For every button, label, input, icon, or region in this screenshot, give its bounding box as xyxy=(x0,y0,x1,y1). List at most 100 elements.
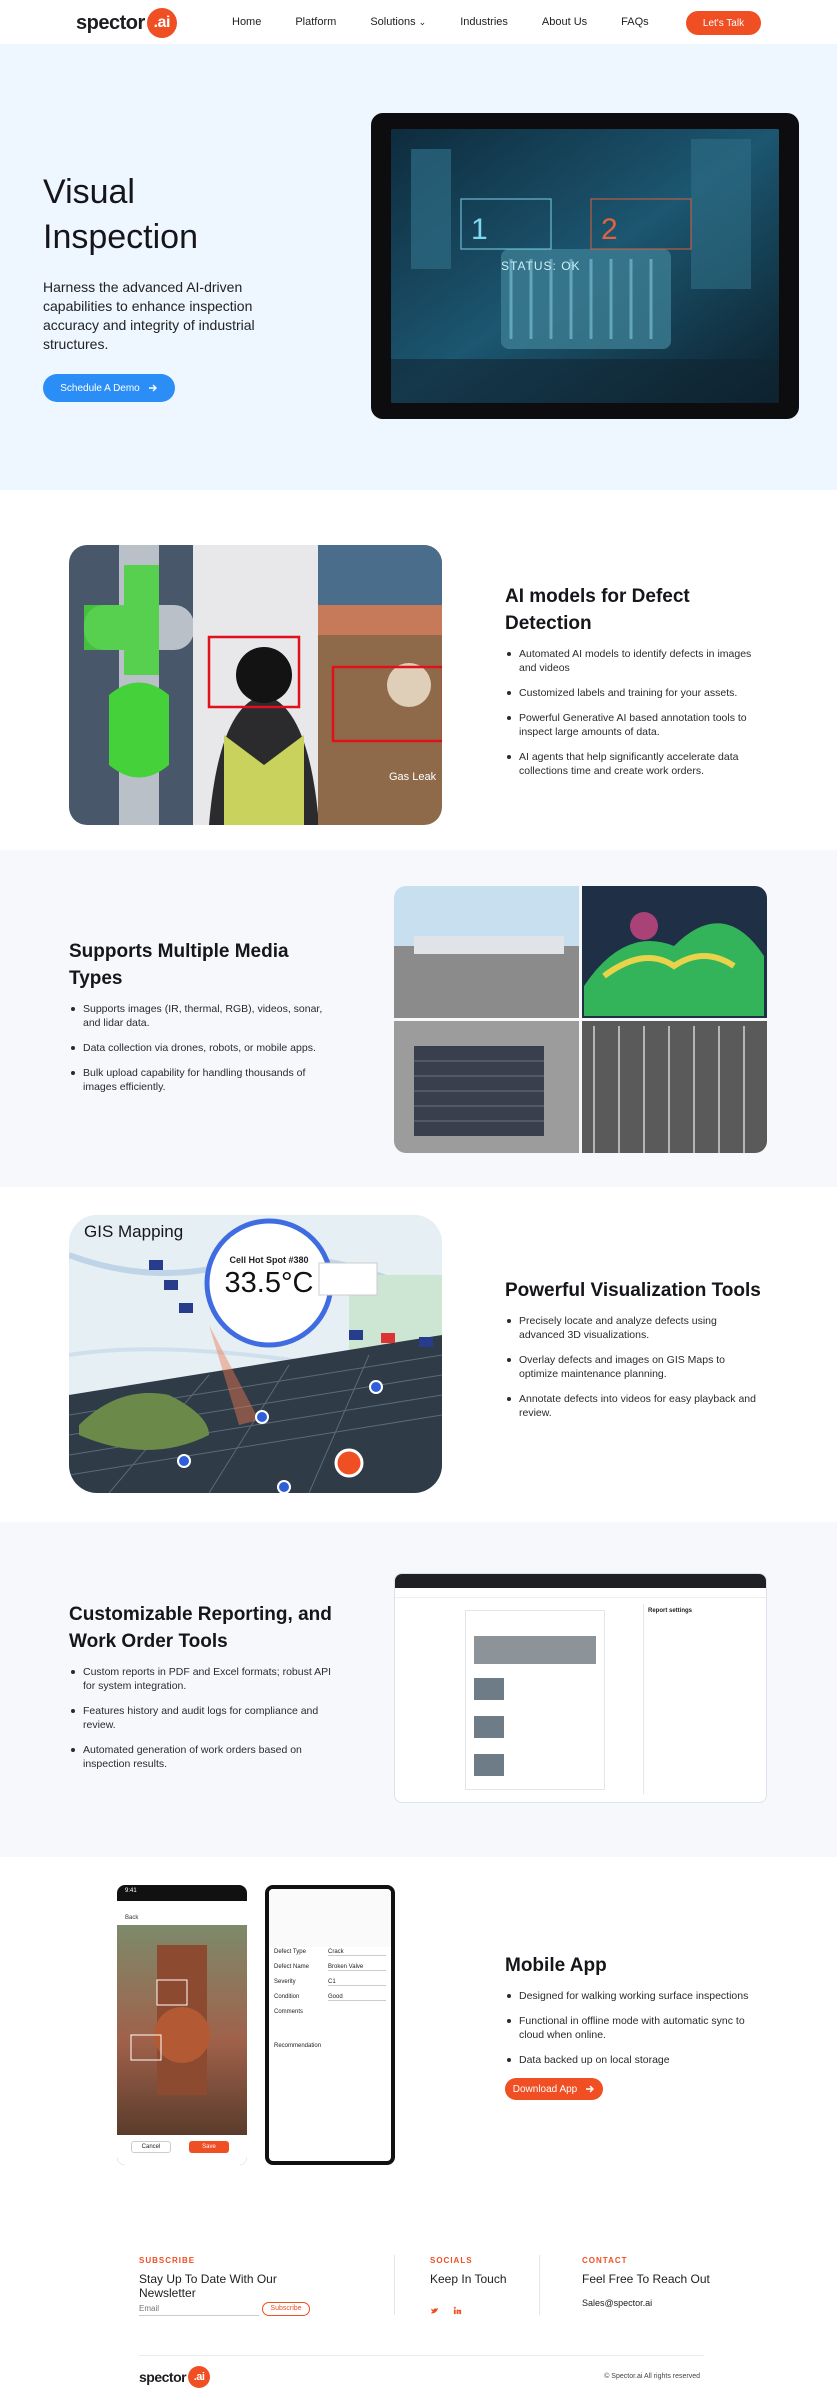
subscribe-button[interactable]: Subscribe xyxy=(262,2302,310,2316)
form-row[interactable]: Comments xyxy=(274,2009,386,2015)
email-input[interactable] xyxy=(139,2302,259,2316)
save-button[interactable]: Save xyxy=(189,2141,229,2153)
twitter-icon[interactable] xyxy=(430,2306,439,2315)
ai-models-title: AI models for Defect Detection xyxy=(505,586,690,634)
gis-mapping-label: GIS Mapping xyxy=(84,1222,184,1241)
form-value: C1 xyxy=(328,1979,386,1986)
reporting-title: Customizable Reporting, and Work Order T… xyxy=(69,1604,332,1652)
visualization-text: Powerful Visualization Tools Precisely l… xyxy=(505,1277,765,1431)
logo-badge: .ai xyxy=(188,2366,211,2388)
form-value: Broken Valve xyxy=(328,1964,386,1971)
main-menu: Home Platform Solutions ⌄ Industries Abo… xyxy=(232,16,683,28)
linkedin-icon[interactable] xyxy=(453,2306,462,2315)
list-item: Functional in offline mode with automati… xyxy=(505,2014,765,2042)
list-item: Data backed up on local storage xyxy=(505,2053,765,2067)
report-thumbnail xyxy=(474,1636,596,1664)
visualization-title: Powerful Visualization Tools xyxy=(505,1280,761,1301)
form-row[interactable]: Defect Type Crack xyxy=(274,1949,386,1956)
lets-talk-button[interactable]: Let's Talk xyxy=(686,11,761,35)
contact-email-link[interactable]: Sales@spector.ai xyxy=(582,2298,732,2308)
footer: SUBSCRIBE Stay Up To Date With Our Newsl… xyxy=(0,2220,837,2404)
form-label: Defect Type xyxy=(274,1949,306,1955)
mobile-app-title: Mobile App xyxy=(505,1955,607,1976)
phone-actions: Cancel Save xyxy=(117,2135,247,2165)
form-label: Recommendation xyxy=(274,2043,322,2049)
download-app-button[interactable]: Download App xyxy=(505,2078,603,2100)
mobile-app-section: 9:41 Back Cancel Save Defect Type Crack D… xyxy=(0,1857,837,2220)
cancel-button[interactable]: Cancel xyxy=(131,2141,171,2153)
report-thumbnail xyxy=(474,1678,504,1700)
footer-separator xyxy=(139,2355,704,2356)
list-item: Automated generation of work orders base… xyxy=(69,1743,334,1771)
form-label: Condition xyxy=(274,1994,300,2000)
ai-models-text: AI models for Defect Detection Automated… xyxy=(505,583,765,789)
gis-mapping-image: GIS Mapping Cell Hot Spot #380 33.5°C xyxy=(69,1215,442,1493)
contact-block: CONTACT Feel Free To Reach Out Sales@spe… xyxy=(582,2256,732,2308)
report-settings-panel: Report settings xyxy=(643,1604,761,1794)
chevron-down-icon: ⌄ xyxy=(418,17,427,27)
phone-mockup-left: 9:41 Back Cancel Save xyxy=(117,1885,247,2165)
hero-description: Harness the advanced AI-driven capabilit… xyxy=(43,279,255,352)
overlay-number-1: 1 xyxy=(471,213,488,246)
hero-tablet-image: 1 2 STATUS: OK xyxy=(371,113,799,419)
form-value: Crack xyxy=(328,1949,386,1956)
visualization-section: GIS Mapping Cell Hot Spot #380 33.5°C Po… xyxy=(0,1187,837,1522)
list-item: Bulk upload capability for handling thou… xyxy=(69,1066,329,1094)
list-item: Powerful Generative AI based annotation … xyxy=(505,711,765,739)
list-item: AI agents that help significantly accele… xyxy=(505,750,765,778)
list-item: Overlay defects and images on GIS Maps t… xyxy=(505,1353,765,1381)
defect-form: Defect Type Crack Defect Name Broken Valve… xyxy=(269,1949,391,2049)
report-thumbnail xyxy=(474,1754,504,1776)
ai-models-list: Automated AI models to identify defects … xyxy=(505,647,765,778)
nav-item-home[interactable]: Home xyxy=(232,16,261,28)
hotspot-value: 33.5°C xyxy=(224,1267,314,1299)
footer-divider xyxy=(394,2255,395,2315)
list-item: Supports images (IR, thermal, RGB), vide… xyxy=(69,1002,329,1030)
nav-item-industries[interactable]: Industries xyxy=(460,16,508,28)
nav-item-platform[interactable]: Platform xyxy=(295,16,336,28)
list-item: Designed for walking working surface ins… xyxy=(505,1989,765,2003)
overlay-number-2: 2 xyxy=(601,213,618,246)
logo-text: spector xyxy=(76,11,145,34)
list-item: Automated AI models to identify defects … xyxy=(505,647,765,675)
socials-title: Keep In Touch xyxy=(430,2272,507,2286)
form-row[interactable]: Severity C1 xyxy=(274,1979,386,1986)
schedule-demo-label: Schedule A Demo xyxy=(60,382,140,394)
list-item: Features history and audit logs for comp… xyxy=(69,1704,334,1732)
defect-detection-image: Gas Leak xyxy=(69,545,442,825)
form-row[interactable]: Recommendation xyxy=(274,2043,386,2049)
logo-text: spector xyxy=(139,2369,187,2385)
mobile-app-text: Mobile App Designed for walking working … xyxy=(505,1952,765,2100)
phone-time: 9:41 xyxy=(125,1888,137,1894)
report-settings-title: Report settings xyxy=(648,1608,693,1614)
valve-photo xyxy=(117,1925,247,2135)
socials-label: SOCIALS xyxy=(430,2256,473,2265)
nav-item-solutions[interactable]: Solutions ⌄ xyxy=(370,16,426,28)
social-icons xyxy=(430,2306,550,2315)
contact-title: Feel Free To Reach Out xyxy=(582,2272,710,2286)
nav-item-about[interactable]: About Us xyxy=(542,16,587,28)
form-label: Defect Name xyxy=(274,1964,310,1970)
form-label: Severity xyxy=(274,1979,296,1985)
schedule-demo-button[interactable]: Schedule A Demo xyxy=(43,374,175,402)
site-logo[interactable]: spector .ai xyxy=(76,8,177,38)
subscribe-title: Stay Up To Date With Our Newsletter xyxy=(139,2272,277,2300)
hero-title-line2: Inspection xyxy=(43,218,198,256)
reporting-section: Customizable Reporting, and Work Order T… xyxy=(0,1522,837,1857)
media-types-title: Supports Multiple Media Types xyxy=(69,941,289,989)
form-row[interactable]: Defect Name Broken Valve xyxy=(274,1964,386,1971)
phone-header: Back xyxy=(117,1901,247,1925)
footer-logo[interactable]: spector .ai xyxy=(139,2366,211,2388)
socials-block: SOCIALS Keep In Touch xyxy=(430,2256,550,2315)
list-item: Annotate defects into videos for easy pl… xyxy=(505,1392,765,1420)
form-row[interactable]: Condition Good xyxy=(274,1994,386,2001)
list-item: Customized labels and training for your … xyxy=(505,686,765,700)
contact-label: CONTACT xyxy=(582,2256,628,2265)
hotspot-label: Cell Hot Spot #380 xyxy=(229,1255,309,1265)
visualization-list: Precisely locate and analyze defects usi… xyxy=(505,1314,765,1420)
logo-badge: .ai xyxy=(146,8,177,38)
media-types-section: Supports Multiple Media Types Supports i… xyxy=(0,850,837,1187)
back-button[interactable]: Back xyxy=(125,1915,138,1921)
nav-item-faqs[interactable]: FAQs xyxy=(621,16,649,28)
report-preview xyxy=(465,1610,605,1790)
